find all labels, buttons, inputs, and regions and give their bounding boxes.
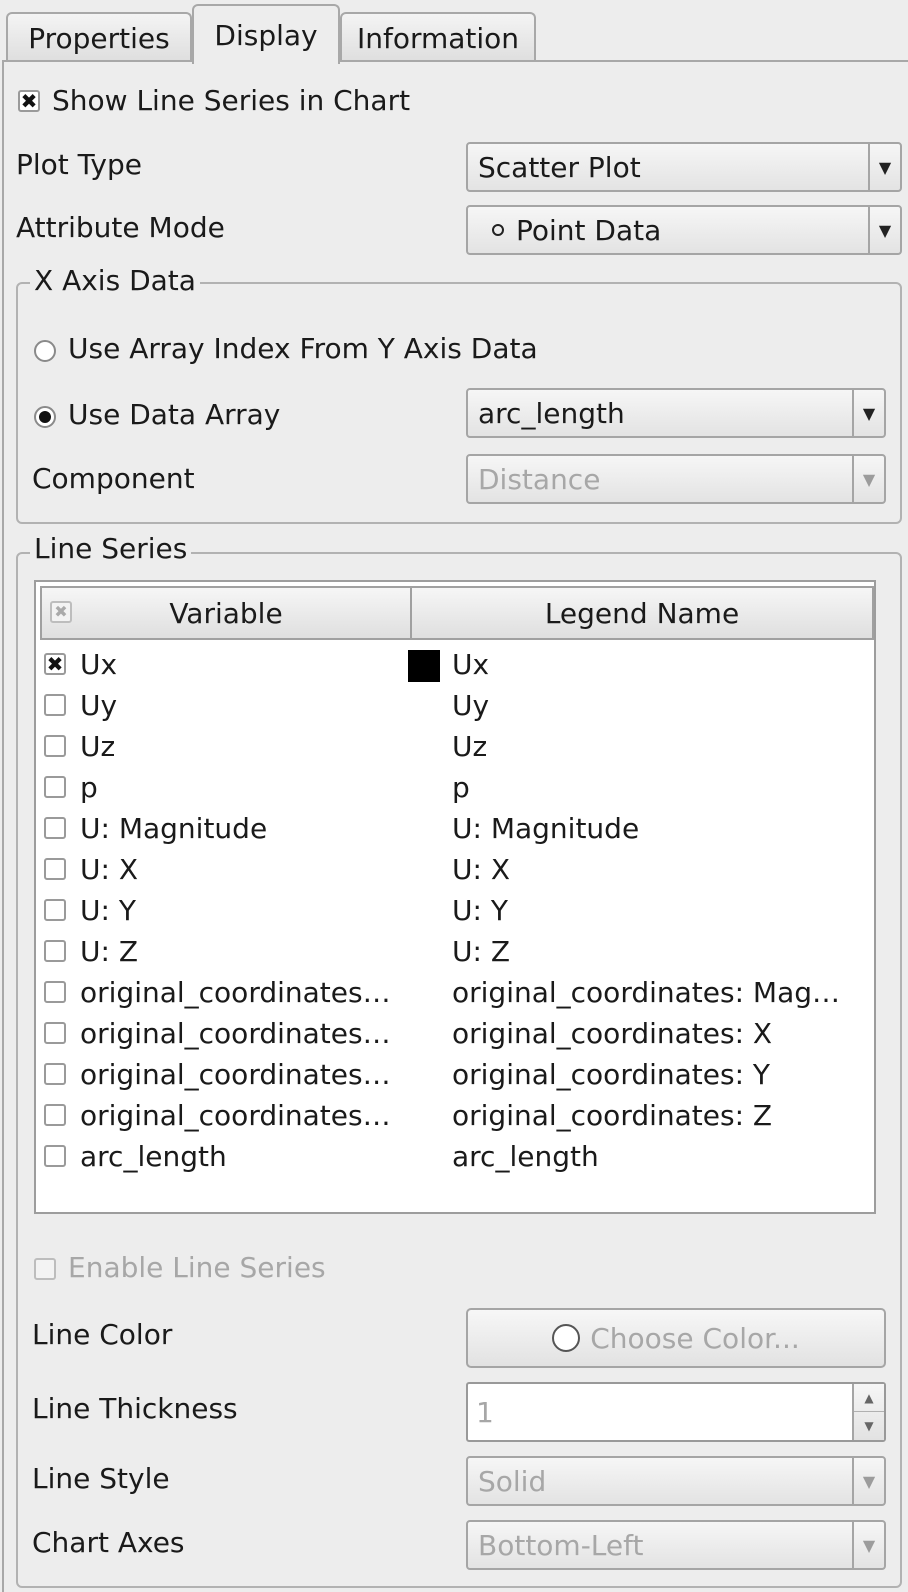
tab-information[interactable]: Information <box>340 12 536 62</box>
tab-properties-label: Properties <box>28 21 170 55</box>
tab-pane-display <box>2 60 908 1592</box>
tab-display-label: Display <box>214 18 318 52</box>
tab-properties[interactable]: Properties <box>6 12 192 62</box>
tab-display[interactable]: Display <box>192 4 340 64</box>
tab-information-label: Information <box>356 21 520 55</box>
